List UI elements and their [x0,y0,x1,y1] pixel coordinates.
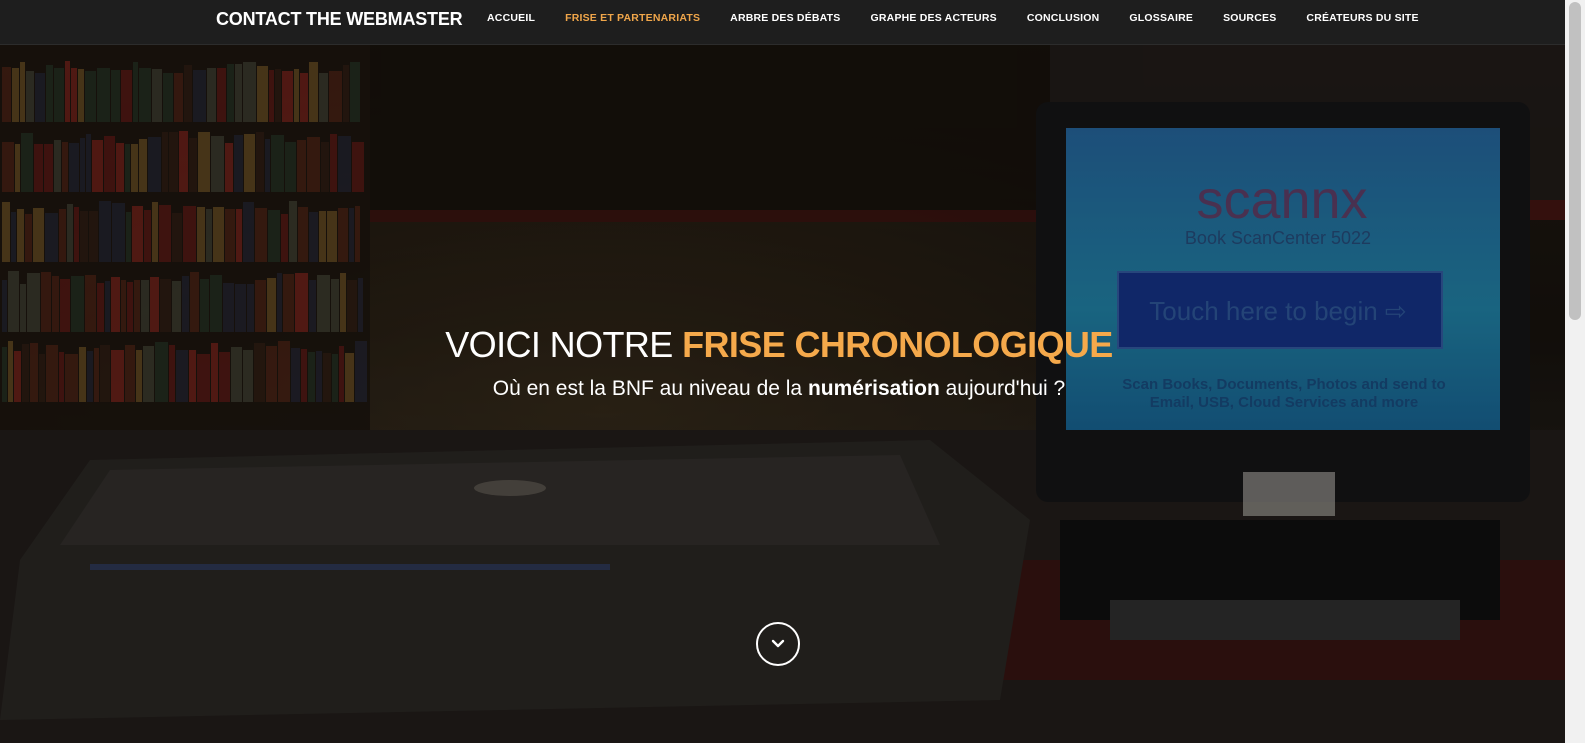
vertical-scrollbar[interactable] [1565,0,1585,743]
nav-item-frise: FRISE ET PARTENARIATS [550,0,715,44]
hero-subtitle-before: Où en est la BNF au niveau de la [492,377,808,400]
nav-link-conclusion[interactable]: CONCLUSION [1027,12,1100,24]
nav-link-arbre-des-debats[interactable]: ARBRE DES DÉBATS [730,12,840,24]
page: scannx Book ScanCenter 5022 Touch here t… [0,0,1585,743]
scrollbar-thumb[interactable] [1569,2,1581,320]
nav-menu: ACCUEIL FRISE ET PARTENARIATS ARBRE DES … [472,0,1434,44]
hero-subtitle-bold: numérisation [807,377,940,400]
nav-item-sources: SOURCES [1208,0,1291,44]
nav-item-accueil: ACCUEIL [472,0,550,44]
hero-heading-accent: FRISE CHRONOLOGIQUE [682,324,1113,365]
nav-item-conclusion: CONCLUSION [1012,0,1115,44]
hero-heading: VOICI NOTRE FRISE CHRONOLOGIQUE [0,324,1558,366]
nav-link-glossaire[interactable]: GLOSSAIRE [1129,12,1193,24]
nav-link-sources[interactable]: SOURCES [1223,12,1276,24]
nav-item-arbre: ARBRE DES DÉBATS [715,0,855,44]
brand-link[interactable]: CONTACT THE WEBMASTER [216,9,463,30]
hero-heading-plain: VOICI NOTRE [445,324,683,365]
nav-item-glossaire: GLOSSAIRE [1114,0,1208,44]
scroll-down-button[interactable] [756,622,800,666]
nav-link-accueil[interactable]: ACCUEIL [487,12,535,24]
nav-link-frise-et-partenariats[interactable]: FRISE ET PARTENARIATS [565,12,700,24]
nav-link-graphe-des-acteurs[interactable]: GRAPHE DES ACTEURS [871,12,997,24]
hero-subtitle: Où en est la BNF au niveau de la numéris… [0,377,1558,401]
nav-link-createurs-du-site[interactable]: CRÉATEURS DU SITE [1306,12,1418,24]
chevron-down-icon [771,639,785,649]
nav-item-graphe: GRAPHE DES ACTEURS [856,0,1012,44]
top-navbar: CONTACT THE WEBMASTER ACCUEIL FRISE ET P… [0,0,1585,45]
hero-subtitle-after: aujourd'hui ? [939,377,1066,400]
nav-item-createurs: CRÉATEURS DU SITE [1291,0,1433,44]
